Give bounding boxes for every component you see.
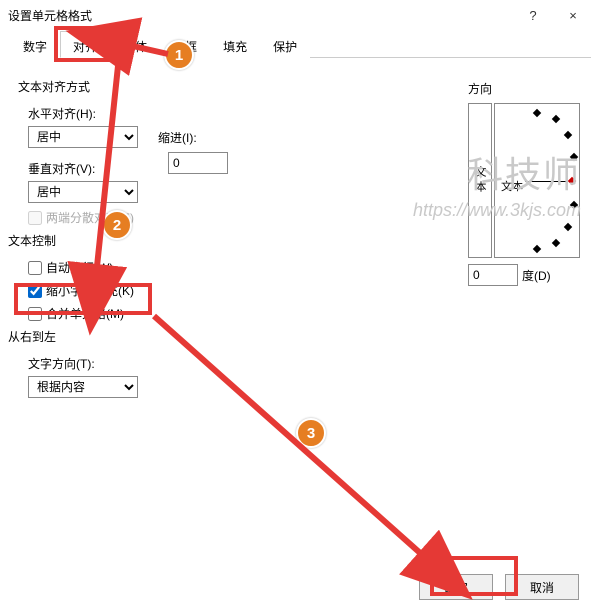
shrink-label: 缩小字体填充(K) <box>46 282 134 299</box>
textdir-label: 文字方向(T): <box>28 355 583 372</box>
degree-label: 度(D) <box>522 267 551 284</box>
dial-dot <box>564 223 572 231</box>
textdir-select[interactable]: 根据内容 <box>28 376 138 398</box>
help-button[interactable]: ? <box>513 1 553 29</box>
window-title: 设置单元格格式 <box>8 7 513 24</box>
tab-border[interactable]: 边框 <box>160 31 210 58</box>
dial-dot <box>564 131 572 139</box>
direction-section-label: 方向 <box>468 80 583 97</box>
dial-dot <box>570 201 578 209</box>
cancel-button[interactable]: 取消 <box>505 574 579 600</box>
dial-dot-active <box>568 177 576 185</box>
ok-button[interactable]: 确定 <box>419 574 493 600</box>
dial-dot <box>533 109 541 117</box>
dial-dot <box>533 245 541 253</box>
wrap-checkbox[interactable] <box>28 261 42 275</box>
dial-dot <box>552 115 560 123</box>
tab-fill[interactable]: 填充 <box>210 31 260 58</box>
shrink-checkbox[interactable] <box>28 284 42 298</box>
h-align-select[interactable]: 居中 <box>28 126 138 148</box>
tab-number[interactable]: 数字 <box>10 31 60 58</box>
orientation-dial[interactable]: 文本 <box>494 103 580 258</box>
annotation-badge-3: 3 <box>296 418 326 448</box>
indent-stepper[interactable] <box>168 152 228 174</box>
justify-label: 两端分散对齐(E) <box>46 209 134 226</box>
dial-dot <box>552 239 560 247</box>
justify-checkbox <box>28 211 42 225</box>
close-button[interactable]: × <box>553 1 593 29</box>
merge-label: 合并单元格(M) <box>46 305 124 322</box>
rtl-section-label: 从右到左 <box>8 328 583 345</box>
dial-dot <box>570 153 578 161</box>
orientation-dial-text: 文本 <box>501 178 523 194</box>
indent-label: 缩进(I): <box>158 129 197 146</box>
merge-checkbox[interactable] <box>28 307 42 321</box>
v-align-select[interactable]: 居中 <box>28 181 138 203</box>
tab-alignment[interactable]: 对齐 <box>60 31 110 58</box>
wrap-label: 自动换行(W) <box>46 259 113 276</box>
tab-protect[interactable]: 保护 <box>260 31 310 58</box>
tab-strip: 数字 对齐 字体 边框 填充 保护 <box>10 30 591 58</box>
degree-stepper[interactable] <box>468 264 518 286</box>
orientation-vertical-text[interactable]: 文本 <box>468 103 492 258</box>
tab-font[interactable]: 字体 <box>110 31 160 58</box>
orientation-dial-line <box>525 181 567 182</box>
